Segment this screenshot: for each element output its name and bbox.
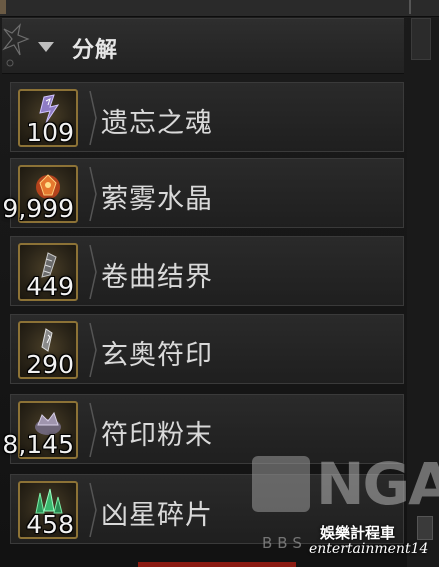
item-count: 449 xyxy=(26,272,74,301)
strip-divider xyxy=(409,0,411,14)
item-count: 290 xyxy=(26,350,74,379)
watermark-sub-text: BBS xyxy=(262,534,307,552)
item-name: 凶星碎片 xyxy=(101,500,213,531)
collapse-caret-icon[interactable] xyxy=(38,42,54,52)
material-slot[interactable]: 9,999 xyxy=(2,165,78,223)
material-slot[interactable]: 109 xyxy=(18,89,78,147)
row-divider-icon xyxy=(89,166,97,222)
corner-ornament-icon xyxy=(2,23,30,67)
row-divider-icon xyxy=(89,244,97,300)
material-row-arcane-sigil[interactable]: 290 玄奥符印 xyxy=(10,314,404,384)
item-name: 符印粉末 xyxy=(101,420,213,451)
material-slot[interactable]: 290 xyxy=(18,321,78,379)
nga-watermark: NGA xyxy=(252,450,439,524)
item-name: 玄奥符印 xyxy=(101,340,213,371)
item-name: 萦雾水晶 xyxy=(101,184,213,215)
material-slot[interactable]: 8,145 xyxy=(2,401,78,459)
item-name: 遗忘之魂 xyxy=(101,108,213,139)
row-divider-icon xyxy=(89,90,97,146)
material-row-forgotten-soul[interactable]: 109 遗忘之魂 xyxy=(10,82,404,152)
item-count: 8,145 xyxy=(2,430,74,459)
material-slot[interactable]: 458 xyxy=(18,481,78,539)
item-count: 9,999 xyxy=(2,194,74,223)
inventory-panel: 分解 109 遗忘之魂 9,999 萦雾水晶 449 卷曲结界 290 玄奥符印… xyxy=(0,0,439,567)
item-count: 458 xyxy=(26,510,74,539)
strip-edge xyxy=(0,0,6,14)
section-title: 分解 xyxy=(72,38,119,63)
row-divider-icon xyxy=(89,402,97,458)
credit-english: entertainment14 xyxy=(309,541,429,557)
row-divider-icon xyxy=(89,482,97,538)
material-row-coiled-ward[interactable]: 449 卷曲结界 xyxy=(10,236,404,306)
watermark-logo-text: NGA xyxy=(316,450,439,518)
item-name: 卷曲结界 xyxy=(101,262,213,293)
paw-logo-icon xyxy=(252,456,310,512)
item-count: 109 xyxy=(26,118,74,147)
scrollbar-thumb[interactable] xyxy=(411,18,431,60)
previous-row-strip xyxy=(0,0,439,17)
material-slot[interactable]: 449 xyxy=(18,243,78,301)
section-header-salvage[interactable]: 分解 xyxy=(2,18,404,74)
material-row-veiled-crystal[interactable]: 9,999 萦雾水晶 xyxy=(2,158,404,228)
bottom-accent-bar xyxy=(138,562,296,567)
credit-chinese: 娛樂計程車 xyxy=(320,524,396,542)
row-divider-icon xyxy=(89,322,97,378)
